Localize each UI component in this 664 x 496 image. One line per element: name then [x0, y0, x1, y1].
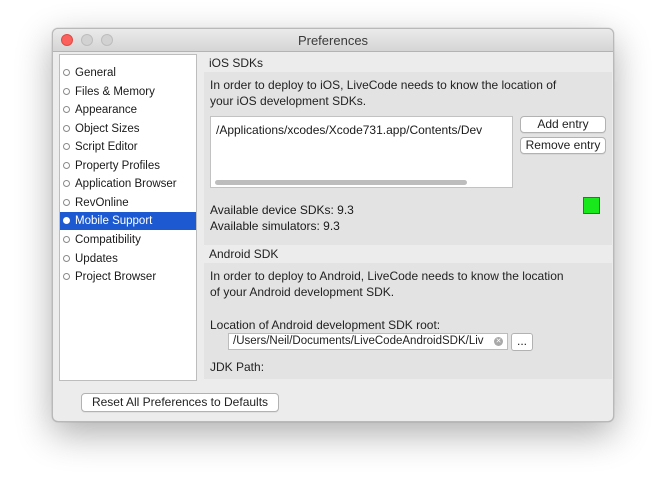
sidebar-item-property-profiles[interactable]: Property Profiles: [60, 157, 196, 175]
reset-preferences-button[interactable]: Reset All Preferences to Defaults: [81, 393, 279, 412]
sidebar-item-label: Appearance: [75, 104, 138, 116]
footer: Reset All Preferences to Defaults: [53, 384, 613, 421]
mobile-support-panel: iOS SDKs In order to deploy to iOS, Live…: [198, 54, 612, 379]
radio-bullet-icon: [63, 217, 70, 224]
ios-sdks-heading: iOS SDKs: [198, 54, 612, 72]
window-title: Preferences: [297, 33, 369, 48]
sidebar-item-object-sizes[interactable]: Object Sizes: [60, 120, 196, 138]
radio-bullet-icon: [63, 143, 70, 150]
sidebar-item-files-memory[interactable]: Files & Memory: [60, 83, 196, 101]
radio-bullet-icon: [63, 236, 70, 243]
jdk-path-label: JDK Path:: [210, 360, 265, 374]
sidebar-item-label: Mobile Support: [75, 215, 153, 227]
radio-bullet-icon: [63, 198, 70, 206]
add-entry-button[interactable]: Add entry: [520, 116, 606, 133]
sidebar-item-label: Property Profiles: [75, 159, 161, 172]
radio-bullet-icon: [63, 180, 70, 187]
sidebar-item-application-browser[interactable]: Application Browser: [60, 175, 196, 193]
sidebar-item-updates[interactable]: Updates: [60, 250, 196, 268]
radio-bullet-icon: [63, 106, 70, 113]
radio-bullet-icon: [63, 254, 70, 262]
sdk-status-indicator: [583, 197, 600, 214]
sidebar-item-revonline[interactable]: RevOnline: [60, 194, 196, 212]
sidebar-item-general[interactable]: General: [60, 64, 196, 82]
available-simulators: Available simulators: 9.3: [210, 219, 340, 233]
sidebar-item-label: General: [75, 67, 116, 79]
ios-sdk-list[interactable]: /Applications/xcodes/Xcode731.app/Conten…: [210, 116, 513, 188]
sidebar-item-mobile-support[interactable]: Mobile Support: [60, 212, 196, 230]
radio-bullet-icon: [63, 69, 70, 76]
radio-bullet-icon: [63, 124, 70, 132]
radio-bullet-icon: [63, 87, 70, 95]
titlebar: Preferences: [53, 29, 613, 52]
sidebar-item-label: Updates: [75, 252, 118, 265]
radio-bullet-icon: [63, 161, 70, 169]
sidebar-item-label: Files & Memory: [75, 85, 155, 98]
horizontal-scrollbar[interactable]: [215, 180, 467, 185]
clear-circle-icon[interactable]: ✕: [494, 337, 503, 346]
preferences-window: Preferences General Files & Memory Appea…: [52, 28, 614, 422]
ios-description-line2: your iOS development SDKs.: [210, 94, 367, 108]
sidebar-item-label: Project Browser: [75, 271, 157, 283]
browse-button[interactable]: ...: [511, 333, 533, 351]
sidebar-item-label: Compatibility: [75, 234, 141, 246]
sidebar-item-label: Application Browser: [75, 178, 177, 190]
preferences-sidebar: General Files & Memory Appearance Object…: [59, 54, 197, 381]
android-description-line2: of your Android development SDK.: [210, 285, 395, 299]
android-description-line1: In order to deploy to Android, LiveCode …: [210, 269, 564, 283]
sidebar-item-appearance[interactable]: Appearance: [60, 101, 196, 119]
list-item[interactable]: /Applications/xcodes/Xcode731.app/Conten…: [216, 123, 482, 137]
sidebar-item-script-editor[interactable]: Script Editor: [60, 138, 196, 156]
ios-sdks-section: In order to deploy to iOS, LiveCode need…: [204, 72, 612, 248]
sidebar-item-label: Script Editor: [75, 141, 138, 153]
android-sdk-section: In order to deploy to Android, LiveCode …: [204, 263, 612, 379]
android-sdk-path-field[interactable]: /Users/Neil/Documents/LiveCodeAndroidSDK…: [228, 333, 508, 350]
sdk-root-label: Location of Android development SDK root…: [210, 318, 441, 332]
available-device-sdks: Available device SDKs: 9.3: [210, 203, 354, 217]
android-sdk-heading: Android SDK: [198, 245, 612, 263]
radio-bullet-icon: [63, 273, 70, 280]
sidebar-item-project-browser[interactable]: Project Browser: [60, 268, 196, 286]
sidebar-item-label: RevOnline: [75, 196, 129, 209]
remove-entry-button[interactable]: Remove entry: [520, 137, 606, 154]
sidebar-item-compatibility[interactable]: Compatibility: [60, 231, 196, 249]
ios-description-line1: In order to deploy to iOS, LiveCode need…: [210, 78, 557, 92]
sidebar-item-label: Object Sizes: [75, 122, 140, 135]
